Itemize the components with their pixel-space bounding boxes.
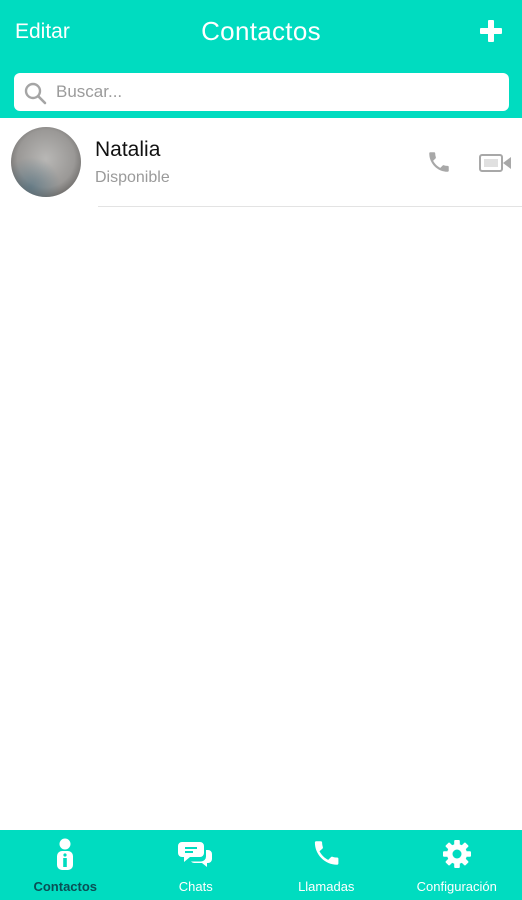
video-camera-icon bbox=[479, 154, 511, 172]
plus-icon bbox=[480, 20, 502, 42]
tab-label: Contactos bbox=[33, 879, 98, 894]
tab-label: Llamadas bbox=[298, 879, 355, 894]
page-title: Contactos bbox=[201, 16, 321, 46]
call-button[interactable] bbox=[426, 149, 452, 175]
contact-name: Natalia bbox=[95, 138, 161, 161]
gear-icon bbox=[442, 840, 471, 868]
tab-llamadas[interactable]: Llamadas bbox=[261, 830, 392, 900]
search-input[interactable] bbox=[56, 77, 496, 107]
avatar bbox=[11, 127, 81, 197]
phone-icon bbox=[429, 152, 449, 172]
chat-bubbles-icon bbox=[177, 842, 212, 867]
add-contact-button[interactable] bbox=[480, 20, 502, 42]
contact-status: Disponible bbox=[95, 169, 170, 186]
search-icon bbox=[24, 82, 47, 105]
contact-person-icon bbox=[57, 838, 74, 870]
tab-configuracion[interactable]: Configuración bbox=[392, 830, 522, 900]
tab-label: Configuración bbox=[416, 879, 497, 894]
contacts-screen: Editar Contactos Natalia Disponible bbox=[0, 0, 522, 900]
tab-contactos[interactable]: Contactos bbox=[0, 830, 131, 900]
tab-label: Chats bbox=[178, 879, 213, 894]
list-divider bbox=[98, 206, 522, 207]
tab-chats[interactable]: Chats bbox=[131, 830, 262, 900]
phone-icon bbox=[315, 841, 339, 865]
bottom-navigation: Contactos Chats Llamadas Configuración bbox=[0, 830, 522, 900]
header-bar: Editar Contactos bbox=[0, 0, 522, 118]
search-bar bbox=[14, 73, 509, 111]
contact-list-item[interactable]: Natalia Disponible bbox=[0, 118, 522, 208]
video-call-button[interactable] bbox=[479, 153, 512, 173]
avatar-shade bbox=[11, 157, 61, 197]
